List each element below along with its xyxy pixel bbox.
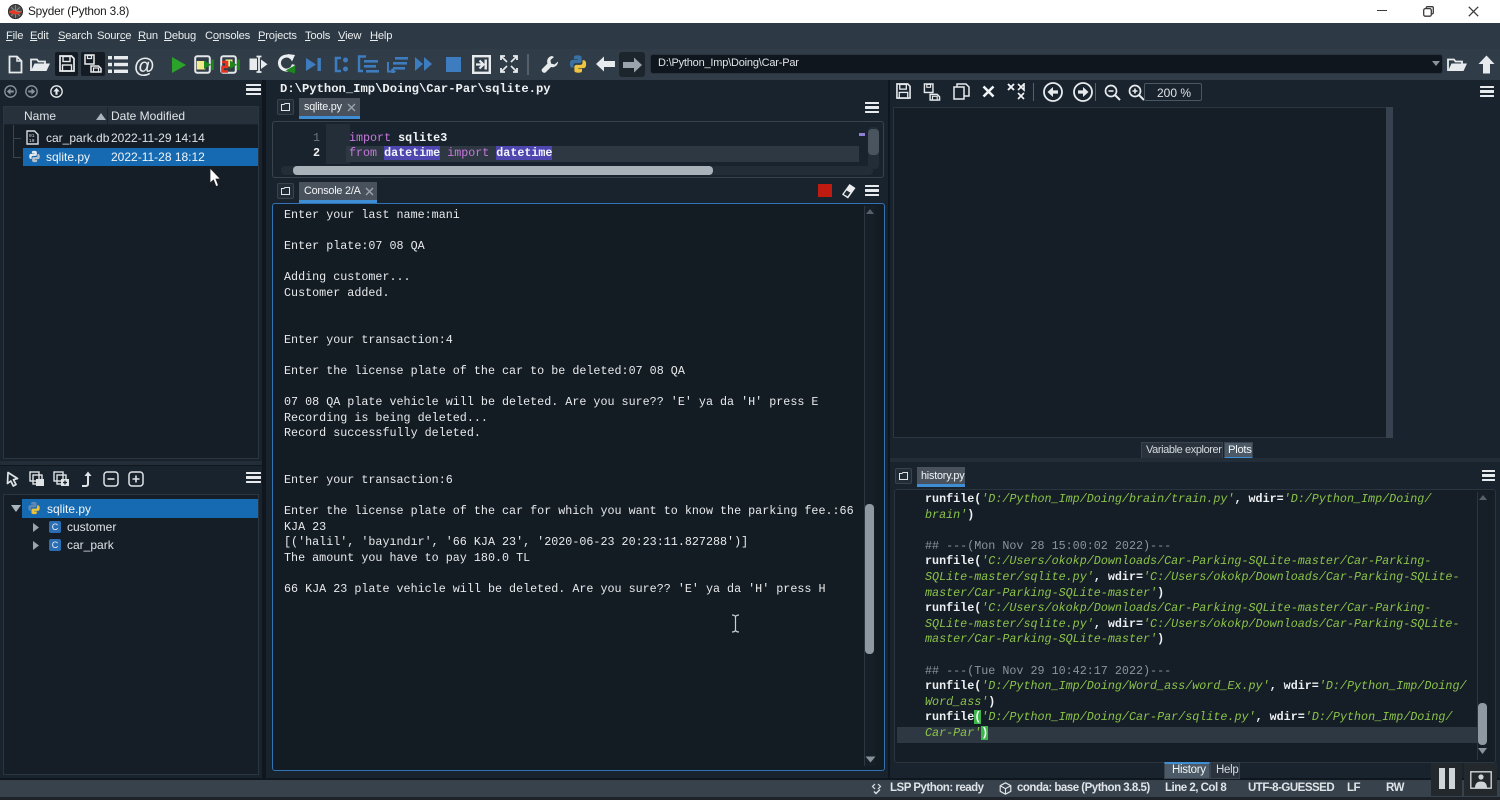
svg-text:10: 10 xyxy=(29,138,35,144)
